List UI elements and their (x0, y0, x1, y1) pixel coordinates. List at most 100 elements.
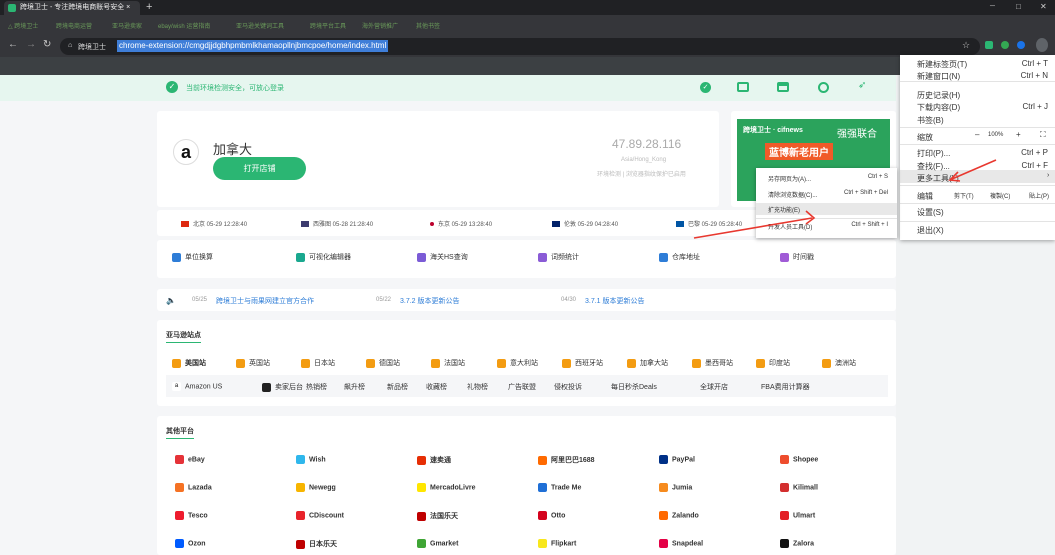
platform-link[interactable]: Newegg (296, 483, 336, 492)
platform-link[interactable]: Snapdeal (659, 539, 703, 548)
platform-link[interactable]: Ozon (175, 539, 206, 548)
window-icon[interactable] (777, 82, 789, 92)
monitor-icon[interactable] (737, 82, 749, 92)
menu-item-history[interactable]: 历史记录(H) (917, 90, 960, 101)
amazon-link[interactable]: 侵权投诉 (554, 382, 582, 392)
platform-link[interactable]: Trade Me (538, 483, 581, 492)
amazon-link[interactable]: 飙升榜 (344, 382, 365, 392)
platform-link[interactable]: Ulmart (780, 511, 815, 520)
platform-link[interactable]: 速卖通 (417, 455, 451, 465)
tool-warehouse-address[interactable]: 仓库地址 (659, 252, 700, 262)
bookmark-item[interactable]: 亚马逊关键词工具 (236, 21, 284, 30)
amazon-site-tab[interactable]: 澳洲站 (822, 358, 856, 368)
submenu-devtools[interactable]: 开发人员工具(D) (768, 222, 812, 231)
platform-link[interactable]: PayPal (659, 455, 695, 464)
platform-link[interactable]: 日本乐天 (296, 539, 337, 549)
platform-link[interactable]: CDiscount (296, 511, 344, 520)
zoom-out-button[interactable]: – (975, 130, 979, 139)
amazon-site-tab[interactable]: 加拿大站 (627, 358, 668, 368)
tool-visual-editor[interactable]: 可视化编辑器 (296, 252, 351, 262)
tool-word-frequency[interactable]: 词频统计 (538, 252, 579, 262)
amazon-link[interactable]: 每日秒杀Deals (611, 382, 657, 392)
tool-hs-code[interactable]: 海关HS查询 (417, 252, 468, 262)
amazon-link[interactable]: 全球开店 (700, 382, 728, 392)
fullscreen-icon[interactable]: ⛶ (1040, 130, 1046, 140)
amazon-site-tab[interactable]: 西班牙站 (562, 358, 603, 368)
platform-link[interactable]: Flipkart (538, 539, 576, 548)
minimize-button[interactable]: ─ (990, 0, 995, 14)
menu-item-bookmarks[interactable]: 书签(B) (917, 115, 944, 126)
open-store-button[interactable]: 打开店铺 (213, 157, 306, 180)
amazon-site-tab[interactable]: 德国站 (366, 358, 400, 368)
platform-link[interactable]: Kilimall (780, 483, 818, 492)
platform-link[interactable]: Jumia (659, 483, 692, 492)
amazon-link[interactable]: 新品榜 (387, 382, 408, 392)
bookmark-item[interactable]: 跨境电商运营 (56, 21, 92, 30)
extension-icon[interactable] (985, 41, 993, 49)
menu-item-exit[interactable]: 退出(X) (917, 225, 944, 236)
platform-link[interactable]: eBay (175, 455, 205, 464)
extension-icon[interactable] (1001, 41, 1009, 49)
close-window-button[interactable]: ✕ (1040, 0, 1047, 14)
platform-link[interactable]: Shopee (780, 455, 818, 464)
amazon-site-tab[interactable]: 美国站 (172, 358, 206, 368)
rocket-icon[interactable]: ➶ (858, 80, 866, 91)
platform-link[interactable]: Wish (296, 455, 326, 464)
amazon-link[interactable]: 礼物榜 (467, 382, 488, 392)
amazon-link[interactable]: 卖家后台 (262, 382, 303, 392)
platform-link[interactable]: Otto (538, 511, 565, 520)
amazon-site-tab[interactable]: 印度站 (756, 358, 790, 368)
compass-icon[interactable] (818, 82, 829, 93)
news-link[interactable]: 3.7.1 版本更新公告 (585, 296, 645, 306)
platform-link[interactable]: Zalando (659, 511, 699, 520)
reload-icon[interactable]: ↻ (43, 39, 51, 50)
platform-link[interactable]: Tesco (175, 511, 208, 520)
site-info-icon[interactable]: ⌂ (68, 42, 72, 49)
amazon-link[interactable]: 热销榜 (306, 382, 327, 392)
platform-link[interactable]: Gmarket (417, 539, 458, 548)
news-link[interactable]: 跨境卫士与雨果网建立官方合作 (216, 296, 314, 306)
menu-item-downloads[interactable]: 下载内容(D) (917, 102, 960, 113)
new-tab-button[interactable]: + (146, 0, 152, 14)
bookmark-item[interactable]: 海外营销推广 (362, 21, 398, 30)
maximize-button[interactable]: □ (1016, 0, 1021, 14)
menu-item-print[interactable]: 打印(P)... (917, 148, 950, 159)
bookmark-star-icon[interactable]: ☆ (962, 40, 970, 51)
amazon-site-tab[interactable]: 意大利站 (497, 358, 538, 368)
tool-timestamp[interactable]: 时间戳 (780, 252, 814, 262)
extension-icon[interactable] (1017, 41, 1025, 49)
tool-unit-converter[interactable]: 单位换算 (172, 252, 213, 262)
menu-item-find[interactable]: 查找(F)... (917, 161, 950, 172)
copy-button[interactable]: 複製(C) (990, 191, 1010, 200)
back-arrow-icon[interactable]: ← (8, 39, 18, 50)
amazon-site-tab[interactable]: 法国站 (431, 358, 465, 368)
platform-link[interactable]: 法国乐天 (417, 511, 458, 521)
submenu-clear-data[interactable]: 清除浏览数据(C)... (768, 190, 817, 199)
zoom-in-button[interactable]: + (1016, 130, 1021, 139)
browser-tab[interactable]: 跨境卫士 - 专注跨境电商账号安全 × (4, 1, 140, 15)
platform-link[interactable]: Lazada (175, 483, 212, 492)
amazon-site-tab[interactable]: 英国站 (236, 358, 270, 368)
menu-item-new-tab[interactable]: 新建标签页(T) (917, 59, 967, 70)
platform-link[interactable]: 阿里巴巴1688 (538, 455, 595, 465)
news-link[interactable]: 3.7.2 版本更新公告 (400, 296, 460, 306)
amazon-site-tab[interactable]: 墨西哥站 (692, 358, 733, 368)
bookmark-item[interactable]: 跨境平台工具 (310, 21, 346, 30)
bookmark-item[interactable]: 其他书签 (416, 21, 440, 30)
platform-link[interactable]: MercadoLivre (417, 483, 476, 492)
address-bar[interactable]: ⌂ 跨境卫士 chrome-extension://cmgdjjdgbhpmbm… (60, 38, 980, 55)
amazon-link[interactable]: 收藏榜 (426, 382, 447, 392)
bookmark-item[interactable]: △ 跨境卫士 (8, 21, 38, 30)
profile-avatar[interactable] (1036, 38, 1048, 52)
url-text[interactable]: chrome-extension://cmgdjjdgbhpmbmlkhamao… (117, 40, 389, 52)
menu-item-more-tools[interactable]: 更多工具(L) (917, 173, 959, 184)
amazon-link[interactable]: 广告联盟 (508, 382, 536, 392)
submenu-save-page[interactable]: 另存网页为(A)... (768, 174, 811, 183)
amazon-link[interactable]: a Amazon US (172, 382, 222, 391)
bookmark-item[interactable]: 亚马逊卖家 (112, 21, 142, 30)
amazon-link[interactable]: FBA费用计算器 (761, 382, 810, 392)
forward-arrow-icon[interactable]: → (26, 39, 36, 50)
amazon-site-tab[interactable]: 日本站 (301, 358, 335, 368)
paste-button[interactable]: 貼上(P) (1029, 191, 1049, 200)
menu-item-new-window[interactable]: 新建窗口(N) (917, 71, 960, 82)
